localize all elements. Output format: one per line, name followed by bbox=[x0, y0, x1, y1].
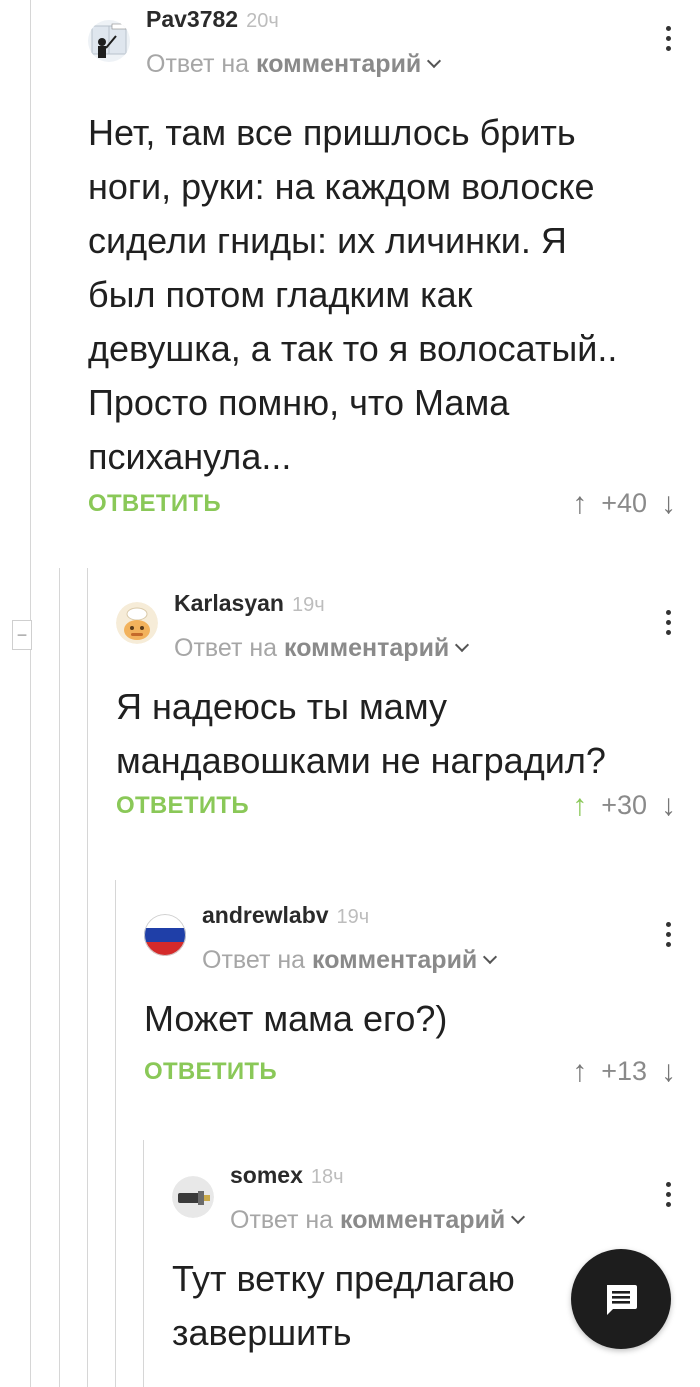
comment-fab-button[interactable] bbox=[571, 1249, 671, 1349]
arrow-down-icon[interactable]: ↓ bbox=[661, 488, 676, 519]
arrow-up-icon[interactable]: ↑ bbox=[572, 488, 587, 519]
comment-time: 20ч bbox=[246, 10, 279, 32]
chevron-down-icon[interactable] bbox=[511, 1209, 526, 1225]
comment: andrewlabv 19ч Ответ на комментарий Может… bbox=[144, 896, 676, 1098]
rating-value: +40 bbox=[601, 488, 647, 518]
comment-text: Нет, там все пришлось брить ноги, руки: … bbox=[88, 112, 618, 477]
username[interactable]: somex 18ч bbox=[230, 1162, 344, 1189]
comment-actions: ОТВЕТИТЬ ↑ +40 ↓ bbox=[88, 488, 676, 530]
username-text[interactable]: Karlasyan bbox=[174, 590, 284, 616]
comment-actions: ОТВЕТИТЬ ↑ +13 ↓ bbox=[144, 1056, 676, 1098]
reply-to-link[interactable]: Ответ на комментарий bbox=[146, 50, 442, 79]
more-vertical-icon[interactable] bbox=[658, 610, 678, 635]
comment-header: somex 18ч Ответ на комментарий bbox=[172, 1156, 672, 1236]
username-text[interactable]: somex bbox=[230, 1162, 303, 1188]
reply-to-comment-link[interactable]: комментарий bbox=[256, 50, 421, 78]
reply-to-link[interactable]: Ответ на комментарий bbox=[202, 946, 498, 975]
connector-avatar-icon bbox=[172, 1176, 214, 1218]
avatar[interactable] bbox=[88, 20, 130, 62]
reply-to-prefix: Ответ на bbox=[174, 634, 278, 662]
thread-line-level-3 bbox=[87, 568, 88, 1387]
username-text[interactable]: andrewlabv bbox=[202, 902, 329, 928]
reply-to-prefix: Ответ на bbox=[202, 946, 306, 974]
comment-icon bbox=[607, 1285, 637, 1315]
arrow-up-icon[interactable]: ↑ bbox=[572, 790, 587, 821]
reply-to-link[interactable]: Ответ на комментарий bbox=[230, 1206, 526, 1235]
chevron-down-icon[interactable] bbox=[427, 53, 442, 69]
comment-text: Может мама его?) bbox=[144, 998, 448, 1039]
thread-line-level-1 bbox=[30, 0, 31, 1387]
reply-to-prefix: Ответ на bbox=[230, 1206, 334, 1234]
cartoon-chef-avatar-icon bbox=[116, 602, 158, 644]
vote-controls: ↑ +13 ↓ bbox=[572, 1056, 676, 1087]
comment-header: Karlasyan 19ч Ответ на комментарий bbox=[116, 584, 672, 664]
comment-header: andrewlabv 19ч Ответ на комментарий bbox=[144, 896, 672, 976]
vote-controls: ↑ +40 ↓ bbox=[572, 488, 676, 519]
reply-button[interactable]: ОТВЕТИТЬ bbox=[88, 490, 221, 518]
comment-text: Тут ветку предлагаю завершить bbox=[172, 1258, 515, 1353]
russian-flag-avatar-icon bbox=[144, 914, 186, 956]
avatar[interactable] bbox=[144, 914, 186, 956]
reply-to-link[interactable]: Ответ на комментарий bbox=[174, 634, 470, 663]
rating-value: +30 bbox=[601, 790, 647, 820]
reply-to-comment-link[interactable]: комментарий bbox=[340, 1206, 505, 1234]
reply-button[interactable]: ОТВЕТИТЬ bbox=[116, 792, 249, 820]
arrow-down-icon[interactable]: ↓ bbox=[661, 1056, 676, 1087]
window-cleaner-avatar-icon bbox=[88, 20, 130, 62]
comment: Karlasyan 19ч Ответ на комментарий Я наде… bbox=[116, 584, 676, 832]
collapse-thread-button[interactable]: − bbox=[12, 620, 32, 650]
vote-controls: ↑ +30 ↓ bbox=[572, 790, 676, 821]
comment-time: 19ч bbox=[291, 594, 325, 616]
reply-to-prefix: Ответ на bbox=[146, 50, 250, 78]
avatar[interactable] bbox=[116, 602, 158, 644]
more-vertical-icon[interactable] bbox=[658, 922, 678, 947]
more-vertical-icon[interactable] bbox=[658, 26, 678, 51]
comment-actions: ОТВЕТИТЬ ↑ +30 ↓ bbox=[116, 790, 676, 832]
chevron-down-icon[interactable] bbox=[455, 637, 470, 653]
reply-button[interactable]: ОТВЕТИТЬ bbox=[144, 1058, 277, 1086]
reply-to-comment-link[interactable]: комментарий bbox=[312, 946, 477, 974]
username[interactable]: Pav3782 20ч bbox=[146, 6, 279, 33]
arrow-up-icon[interactable]: ↑ bbox=[572, 1056, 587, 1087]
thread-line-level-5 bbox=[143, 1140, 144, 1387]
minus-icon: − bbox=[16, 625, 28, 645]
thread-line-level-4 bbox=[115, 880, 116, 1387]
chevron-down-icon[interactable] bbox=[483, 949, 498, 965]
thread-line-level-2 bbox=[59, 568, 60, 1387]
comment: Pav3782 20ч Ответ на комментарий Нет, там… bbox=[88, 0, 676, 530]
comment-text: Я надеюсь ты маму мандавошками не наград… bbox=[116, 686, 606, 781]
username[interactable]: andrewlabv 19ч bbox=[202, 902, 369, 929]
comment-header: Pav3782 20ч Ответ на комментарий bbox=[88, 0, 672, 80]
comment-time: 18ч bbox=[310, 1166, 344, 1188]
username-text[interactable]: Pav3782 bbox=[146, 6, 238, 32]
avatar[interactable] bbox=[172, 1176, 214, 1218]
rating-value: +13 bbox=[601, 1056, 647, 1086]
reply-to-comment-link[interactable]: комментарий bbox=[284, 634, 449, 662]
more-vertical-icon[interactable] bbox=[658, 1182, 678, 1207]
arrow-down-icon[interactable]: ↓ bbox=[661, 790, 676, 821]
username[interactable]: Karlasyan 19ч bbox=[174, 590, 325, 617]
comment-time: 19ч bbox=[336, 906, 370, 928]
